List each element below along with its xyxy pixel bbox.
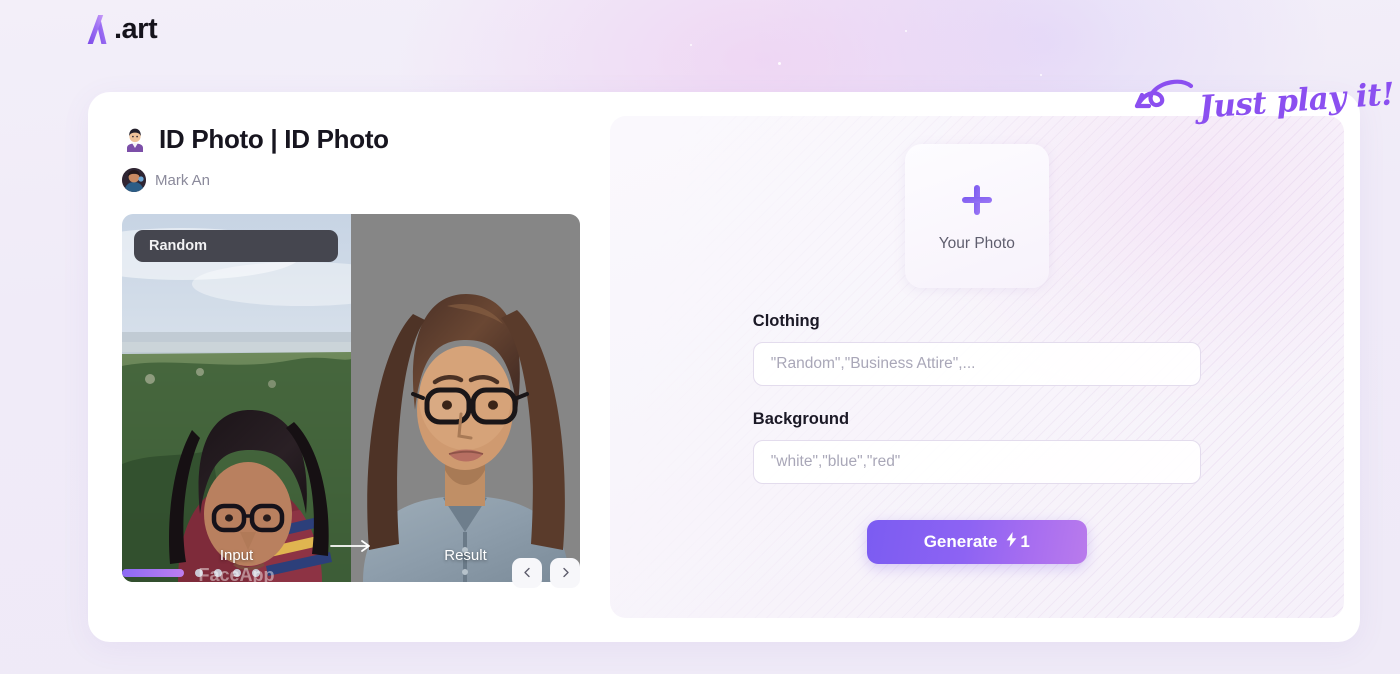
workflow-card: ID Photo | ID Photo Mark An Random Input… [88,92,1360,642]
page-title: ID Photo | ID Photo [159,124,389,154]
field-clothing: Clothing [752,312,1201,386]
annotation-just-play-it: Just play it! [1131,76,1400,125]
generate-label: Generate [923,532,998,551]
field-label-background: Background [752,410,850,428]
sparkle-decoration [905,30,907,32]
random-badge: Random [134,230,338,262]
annotation-text: Just play it! [1197,75,1396,126]
generate-cost: 1 [1006,532,1030,552]
sparkle-decoration [690,44,692,46]
arrow-right-icon [329,539,373,558]
preview-input-image: Random Input FaceApp [122,214,351,582]
preview-result-image: Result [351,214,580,582]
brand-name: .art [114,13,158,45]
plus-icon [957,180,997,225]
generator-panel: Your Photo Clothing Background Generate … [609,116,1344,618]
a-letter-logo-icon [86,13,113,45]
input-caption: Input [219,547,254,564]
result-caption: Result [444,547,487,564]
field-background: Background [752,410,1201,484]
chevron-right-icon [560,566,571,581]
businesswoman-emoji-icon [122,127,148,153]
clothing-input[interactable] [752,342,1201,386]
generate-button[interactable]: Generate 1 [866,520,1087,564]
brand-logo[interactable]: .art [86,12,158,46]
sparkle-decoration [1040,74,1042,76]
field-label-clothing: Clothing [752,312,820,330]
photo-upload-button[interactable]: Your Photo [904,144,1049,288]
workflow-info-pane: ID Photo | ID Photo Mark An Random Input… [88,92,610,642]
curly-arrow-left-icon [1131,76,1195,125]
watermark-label: FaceApp [198,565,275,582]
preview-comparison[interactable]: Random Input FaceApp Result [122,214,580,582]
upload-label: Your Photo [938,234,1015,252]
lightning-bolt-icon [1006,532,1017,552]
page-title-row: ID Photo | ID Photo [122,124,610,155]
author-name: Mark An [155,171,211,189]
sparkle-decoration [778,62,781,65]
avatar [122,168,146,192]
chevron-left-icon [522,566,533,581]
generate-cost-value: 1 [1020,532,1030,551]
author-row[interactable]: Mark An [122,168,610,192]
background-input[interactable] [752,440,1201,484]
